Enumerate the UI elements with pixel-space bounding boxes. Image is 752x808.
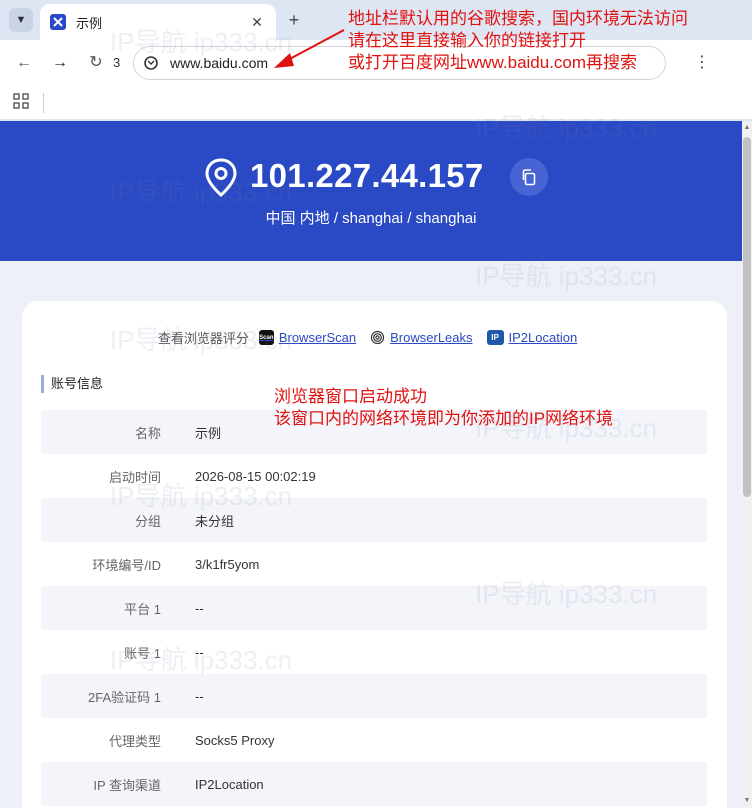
row-label: 平台 1 (124, 601, 161, 617)
row-label: 账号 1 (124, 645, 161, 661)
launch-success-tip: 浏览器窗口启动成功 该窗口内的网络环境即为你添加的IP网络环境 (274, 386, 613, 430)
tip-line: 或打开百度网址www.baidu.com再搜索 (348, 53, 638, 72)
reload-icon[interactable]: ↻ (85, 52, 107, 74)
scrollbar-thumb[interactable] (743, 137, 751, 497)
tip-line: 地址栏默认用的谷歌搜索，国内环境无法访问 (348, 9, 688, 28)
row-label: 名称 (134, 425, 161, 441)
ip2location-icon: IP (486, 330, 504, 345)
site-info-icon[interactable] (144, 56, 158, 70)
browser-menu-icon[interactable]: ⋮ (694, 52, 710, 74)
row-value: Socks5 Proxy (195, 732, 275, 748)
history-count: 3 (113, 55, 121, 70)
browserscan-icon: Scan (258, 330, 274, 345)
info-row-platform: 平台 1 -- (41, 586, 707, 630)
row-label: 2FA验证码 1 (88, 689, 161, 705)
bookmarks-divider (43, 93, 44, 113)
row-value: 2026-08-15 00:02:19 (195, 468, 316, 484)
scroll-up-arrow-icon[interactable]: ▲ (742, 121, 752, 135)
browserscan-link[interactable]: Scan BrowserScan (258, 330, 357, 345)
ip2location-label: IP2Location (508, 330, 578, 345)
ip-address: 101.227.44.157 (250, 157, 484, 194)
browserleaks-label: BrowserLeaks (390, 330, 473, 345)
tab-favicon-icon (50, 14, 66, 30)
info-card: 查看浏览器评分 Scan BrowserScan BrowserLeaks IP… (22, 301, 727, 808)
info-row-proxy-type: 代理类型 Socks5 Proxy (41, 718, 707, 762)
ip2location-link[interactable]: IP IP2Location (486, 330, 578, 345)
tip-line: 请在这里直接输入你的链接打开 (348, 31, 586, 50)
browser-tab[interactable]: 示例 ✕ (40, 4, 276, 40)
browserleaks-link[interactable]: BrowserLeaks (370, 330, 473, 345)
row-label: 环境编号/ID (92, 557, 161, 573)
info-row-ip-source: IP 查询渠道 IP2Location (41, 762, 707, 806)
ip-hero-banner: 101.227.44.157 中国 内地 / shanghai / shangh… (0, 121, 742, 261)
score-label: 查看浏览器评分 (157, 331, 249, 346)
row-value: -- (195, 688, 204, 704)
forward-arrow-icon[interactable]: → (49, 52, 71, 74)
tip-arrow-icon (274, 29, 345, 68)
scroll-down-arrow-icon[interactable]: ▼ (742, 794, 752, 808)
row-label: 代理类型 (108, 733, 161, 749)
browserscan-label: BrowserScan (278, 330, 357, 345)
tip-line: 该窗口内的网络环境即为你添加的IP网络环境 (274, 409, 614, 428)
info-row-account: 账号 1 -- (41, 630, 707, 674)
tip-line: 浏览器窗口启动成功 (274, 387, 427, 406)
info-row-env-id: 环境编号/ID 3/k1fr5yom (41, 542, 707, 586)
bookmarks-bar (0, 86, 752, 120)
info-row-2fa: 2FA验证码 1 -- (41, 674, 707, 718)
row-label: 分组 (134, 513, 161, 529)
info-row-launch-time: 启动时间 2026-08-15 00:02:19 (41, 454, 707, 498)
tab-close-icon[interactable]: ✕ (248, 14, 266, 31)
row-value: 未分组 (195, 513, 235, 529)
tab-title: 示例 (76, 15, 103, 31)
row-label: IP 查询渠道 (93, 777, 161, 793)
info-row-group: 分组 未分组 (41, 498, 707, 542)
address-url: www.baidu.com (170, 55, 269, 71)
page-viewport: 101.227.44.157 中国 内地 / shanghai / shangh… (0, 121, 742, 808)
row-value: 示例 (195, 425, 222, 441)
tab-search-chevron-icon[interactable]: ▼ (9, 8, 33, 32)
copy-icon (522, 169, 536, 186)
browser-score-row: 查看浏览器评分 Scan BrowserScan BrowserLeaks IP… (22, 328, 727, 347)
ip-location: 中国 内地 / shanghai / shanghai (265, 210, 477, 227)
location-pin-icon (205, 158, 237, 197)
fingerprint-icon (371, 330, 385, 345)
row-value: -- (195, 600, 204, 616)
back-arrow-icon[interactable]: ← (13, 52, 35, 74)
address-bar-tip: 地址栏默认用的谷歌搜索，国内环境无法访问 请在这里直接输入你的链接打开 或打开百… (348, 8, 688, 74)
apps-grid-icon[interactable] (13, 93, 29, 109)
row-value: -- (195, 644, 204, 660)
copy-ip-button[interactable] (510, 158, 548, 196)
account-section-title: 账号信息 (41, 375, 103, 393)
row-label: 启动时间 (108, 469, 161, 485)
row-value: 3/k1fr5yom (195, 556, 260, 572)
row-value: IP2Location (195, 776, 264, 792)
